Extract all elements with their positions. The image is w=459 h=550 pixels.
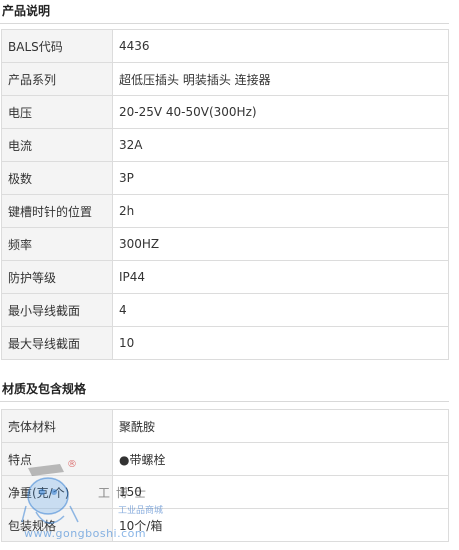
product-spec-table: BALS代码 4436 产品系列 超低压插头 明装插头 连接器 电压 20-25…	[1, 29, 449, 360]
section-title-materials: 材质及包含规格	[0, 380, 449, 402]
table-row: 最大导线截面 10	[1, 326, 449, 360]
table-row: 防护等级 IP44	[1, 260, 449, 294]
section-title-product-description: 产品说明	[0, 2, 449, 24]
table-row: 电流 32A	[1, 128, 449, 162]
spec-value: 32A	[112, 128, 449, 162]
table-row: 频率 300HZ	[1, 227, 449, 261]
spec-label: 最大导线截面	[1, 326, 113, 360]
spec-label: 产品系列	[1, 62, 113, 96]
spec-value: 聚酰胺	[112, 409, 449, 443]
table-row: 电压 20-25V 40-50V(300Hz)	[1, 95, 449, 129]
spec-label: BALS代码	[1, 29, 113, 63]
watermark-brand: 工博士	[98, 486, 153, 500]
spec-label: 极数	[1, 161, 113, 195]
table-row: 极数 3P	[1, 161, 449, 195]
table-row: 键槽时针的位置 2h	[1, 194, 449, 228]
spec-value: 4436	[112, 29, 449, 63]
materials-spec-table: 壳体材料 聚酰胺 特点 ●带螺栓 净重(克/个) 150 包装规格 10个/箱	[1, 409, 449, 542]
spec-value: 300HZ	[112, 227, 449, 261]
spec-label: 电压	[1, 95, 113, 129]
spec-label: 防护等级	[1, 260, 113, 294]
watermark-subtitle: 工业品商城	[118, 506, 164, 516]
table-row: BALS代码 4436	[1, 29, 449, 63]
table-row: 壳体材料 聚酰胺	[1, 409, 449, 443]
spec-value: 超低压插头 明装插头 连接器	[112, 62, 449, 96]
spec-value: 4	[112, 293, 449, 327]
product-spec-page: 产品说明 BALS代码 4436 产品系列 超低压插头 明装插头 连接器 电压 …	[0, 0, 459, 550]
spec-label: 特点	[1, 442, 113, 476]
spec-label: 频率	[1, 227, 113, 261]
table-row: 产品系列 超低压插头 明装插头 连接器	[1, 62, 449, 96]
table-row: 最小导线截面 4	[1, 293, 449, 327]
spec-label: 电流	[1, 128, 113, 162]
spec-value: IP44	[112, 260, 449, 294]
spec-value: 3P	[112, 161, 449, 195]
spec-value: 10	[112, 326, 449, 360]
spec-label: 净重(克/个)	[1, 475, 113, 509]
watermark-url: www.gongboshi.com	[24, 527, 147, 540]
spec-label: 壳体材料	[1, 409, 113, 443]
spec-value: ●带螺栓	[112, 442, 449, 476]
registered-mark: ®	[67, 459, 77, 470]
table-row: 净重(克/个) 150	[1, 475, 449, 509]
spec-value: 20-25V 40-50V(300Hz)	[112, 95, 449, 129]
spec-value: 2h	[112, 194, 449, 228]
spec-label: 最小导线截面	[1, 293, 113, 327]
spec-label: 键槽时针的位置	[1, 194, 113, 228]
